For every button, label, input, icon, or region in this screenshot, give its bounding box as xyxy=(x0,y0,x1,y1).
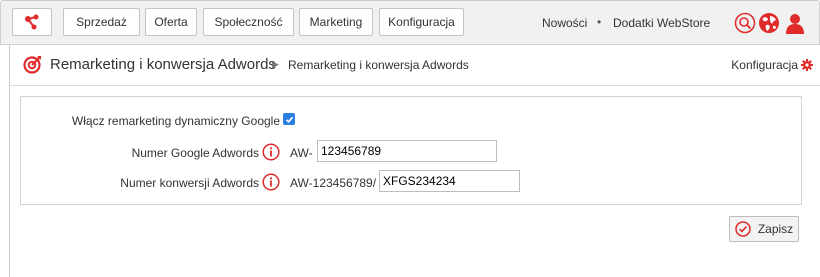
main-content: Remarketing i konwersja Adwords ▶ Remark… xyxy=(9,45,820,277)
conversion-number-input[interactable] xyxy=(379,170,520,192)
gear-icon xyxy=(801,59,813,71)
conversion-number-label: Numer konwersji Adwords xyxy=(120,176,259,190)
page-header: Remarketing i konwersja Adwords ▶ Remark… xyxy=(23,54,813,74)
save-button[interactable]: Zapisz xyxy=(729,216,799,242)
nowosci-link[interactable]: Nowości xyxy=(542,16,587,30)
header-divider xyxy=(10,85,820,86)
search-icon[interactable] xyxy=(734,12,756,34)
share-logo-icon xyxy=(25,14,39,30)
breadcrumb-arrow-icon: ▶ xyxy=(272,59,279,69)
check-circle-icon xyxy=(735,221,751,237)
nav-separator: • xyxy=(597,15,602,29)
nav-spolecznosc-button[interactable]: Społeczność xyxy=(203,8,294,36)
info-icon[interactable] xyxy=(262,173,280,191)
checkmark-icon xyxy=(285,116,293,123)
nav-marketing-button[interactable]: Marketing xyxy=(299,8,373,36)
breadcrumb-current: Remarketing i konwersja Adwords xyxy=(288,58,469,72)
remarketing-label: Włącz remarketing dynamiczny Google xyxy=(71,114,280,128)
nav-oferta-button[interactable]: Oferta xyxy=(145,8,197,36)
save-button-label: Zapisz xyxy=(757,222,794,236)
top-navigation-bar: Sprzedaż Oferta Społeczność Marketing Ko… xyxy=(0,0,820,45)
nav-sprzedaz-button[interactable]: Sprzedaż xyxy=(63,8,140,36)
page-title: Remarketing i konwersja Adwords xyxy=(50,56,276,73)
google-number-input[interactable] xyxy=(317,140,497,162)
konfiguracja-link[interactable]: Konfiguracja xyxy=(731,58,813,72)
google-number-label: Numer Google Adwords xyxy=(131,146,259,160)
globe-icon[interactable] xyxy=(758,12,780,34)
nav-konfiguracja-button[interactable]: Konfiguracja xyxy=(379,8,464,36)
google-number-prefix: AW- xyxy=(290,146,313,160)
konfiguracja-label: Konfiguracja xyxy=(731,58,798,72)
remarketing-form-panel: Włącz remarketing dynamiczny Google Nume… xyxy=(20,96,802,205)
conversion-number-prefix: AW-123456789/ xyxy=(290,176,377,190)
home-logo-button[interactable] xyxy=(12,8,52,36)
target-icon xyxy=(23,56,41,74)
user-icon[interactable] xyxy=(784,12,806,34)
dodatki-webstore-link[interactable]: Dodatki WebStore xyxy=(613,16,710,30)
info-icon[interactable] xyxy=(262,143,280,161)
remarketing-checkbox[interactable] xyxy=(283,113,295,125)
